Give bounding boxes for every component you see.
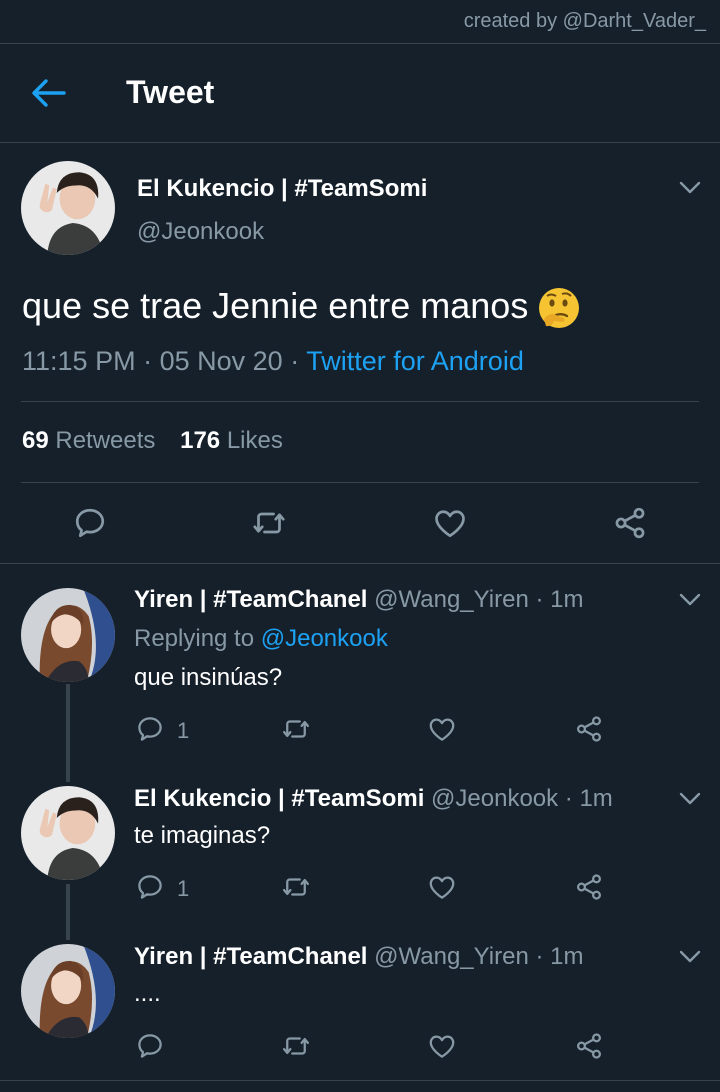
- meta-separator: ·: [290, 346, 300, 376]
- reply-icon[interactable]: [135, 872, 165, 902]
- author-name[interactable]: El Kukencio | #TeamSomi: [134, 785, 424, 812]
- share-icon[interactable]: [574, 1031, 604, 1061]
- avatar[interactable]: [21, 588, 115, 682]
- mention-link[interactable]: @Jeonkook: [261, 625, 388, 652]
- retweets-count: 69: [22, 427, 49, 454]
- retweets-label: Retweets: [55, 427, 156, 454]
- author-handle[interactable]: @Jeonkook: [137, 218, 264, 246]
- share-button[interactable]: [574, 714, 604, 746]
- like-icon[interactable]: [427, 872, 457, 902]
- like-icon[interactable]: [427, 714, 457, 744]
- reply-icon[interactable]: [135, 1031, 165, 1061]
- chevron-down-icon[interactable]: [679, 792, 701, 806]
- tweet-meta: 11:15 PM · 05 Nov 20 · Twitter for Andro…: [22, 346, 524, 377]
- thread-line: [66, 884, 70, 940]
- back-arrow-icon[interactable]: [30, 78, 66, 108]
- author-handle-time: @Wang_Yiren · 1m: [374, 586, 584, 613]
- author-name[interactable]: Yiren | #TeamChanel: [134, 943, 367, 970]
- reply-button[interactable]: 1: [135, 714, 189, 746]
- divider: [0, 1080, 720, 1081]
- reply-text: ....: [134, 980, 161, 1007]
- share-icon[interactable]: [612, 505, 648, 541]
- reply-button[interactable]: 1: [135, 872, 189, 904]
- avatar[interactable]: [21, 944, 115, 1038]
- avatar[interactable]: [21, 161, 115, 255]
- retweets-stat[interactable]: 69 Retweets: [22, 427, 155, 454]
- reply-text: que insinúas?: [134, 664, 283, 691]
- reply-icon[interactable]: [72, 505, 108, 541]
- reply-text: te imaginas?: [134, 822, 271, 849]
- share-button[interactable]: [574, 1031, 604, 1063]
- like-icon[interactable]: [432, 505, 468, 541]
- share-button[interactable]: [574, 872, 604, 904]
- retweet-button[interactable]: [281, 714, 311, 746]
- share-icon[interactable]: [574, 872, 604, 902]
- like-icon[interactable]: [427, 1031, 457, 1061]
- tweet-stats: 69 Retweets 176 Likes: [22, 427, 283, 455]
- retweet-icon[interactable]: [281, 872, 311, 902]
- like-button[interactable]: [427, 714, 457, 746]
- reply-header: El Kukencio | #TeamSomi @Jeonkook · 1m: [134, 785, 613, 813]
- reply-header: Yiren | #TeamChanel @Wang_Yiren · 1m: [134, 943, 583, 971]
- chevron-down-icon[interactable]: [679, 181, 701, 195]
- retweet-icon[interactable]: [281, 714, 311, 744]
- reply-header: Yiren | #TeamChanel @Wang_Yiren · 1m: [134, 586, 583, 614]
- author-handle-time: @Jeonkook · 1m: [431, 785, 613, 812]
- replying-label: Replying to: [134, 625, 255, 652]
- retweet-icon[interactable]: [281, 1031, 311, 1061]
- like-button[interactable]: [427, 872, 457, 904]
- reply-count: 1: [177, 876, 190, 901]
- meta-separator: ·: [143, 346, 153, 376]
- tweet-text: que se trae Jennie entre manos: [22, 285, 582, 331]
- like-button[interactable]: [427, 1031, 457, 1063]
- page-title: Tweet: [126, 74, 215, 110]
- thread-line: [66, 684, 70, 782]
- watermark-credit: created by @Darht_Vader_: [463, 10, 706, 32]
- retweet-icon[interactable]: [251, 505, 287, 541]
- tweet-source-link[interactable]: Twitter for Android: [306, 346, 524, 376]
- author-name[interactable]: Yiren | #TeamChanel: [134, 586, 367, 613]
- likes-label: Likes: [226, 427, 283, 454]
- retweet-button[interactable]: [281, 872, 311, 904]
- chevron-down-icon[interactable]: [679, 593, 701, 607]
- thinking-face-emoji-icon: [539, 288, 580, 329]
- author-handle-time: @Wang_Yiren · 1m: [374, 943, 584, 970]
- likes-stat[interactable]: 176 Likes: [180, 427, 283, 454]
- retweet-button[interactable]: [281, 1031, 311, 1063]
- likes-count: 176: [180, 427, 221, 454]
- divider: [0, 563, 720, 564]
- chevron-down-icon[interactable]: [679, 950, 701, 964]
- divider: [0, 142, 720, 143]
- author-name[interactable]: El Kukencio | #TeamSomi: [137, 175, 427, 203]
- divider: [21, 482, 699, 483]
- tweet-text-body: que se trae Jennie entre manos: [22, 285, 529, 326]
- reply-button[interactable]: [135, 1031, 165, 1063]
- reply-icon[interactable]: [135, 714, 165, 744]
- tweet-date: 05 Nov 20: [159, 346, 283, 376]
- avatar[interactable]: [21, 786, 115, 880]
- reply-count: 1: [177, 718, 190, 743]
- top-app-bar: Tweet: [0, 44, 720, 142]
- share-icon[interactable]: [574, 714, 604, 744]
- divider: [21, 401, 699, 402]
- replying-to: Replying to @Jeonkook: [134, 625, 388, 653]
- tweet-time: 11:15 PM: [22, 346, 136, 376]
